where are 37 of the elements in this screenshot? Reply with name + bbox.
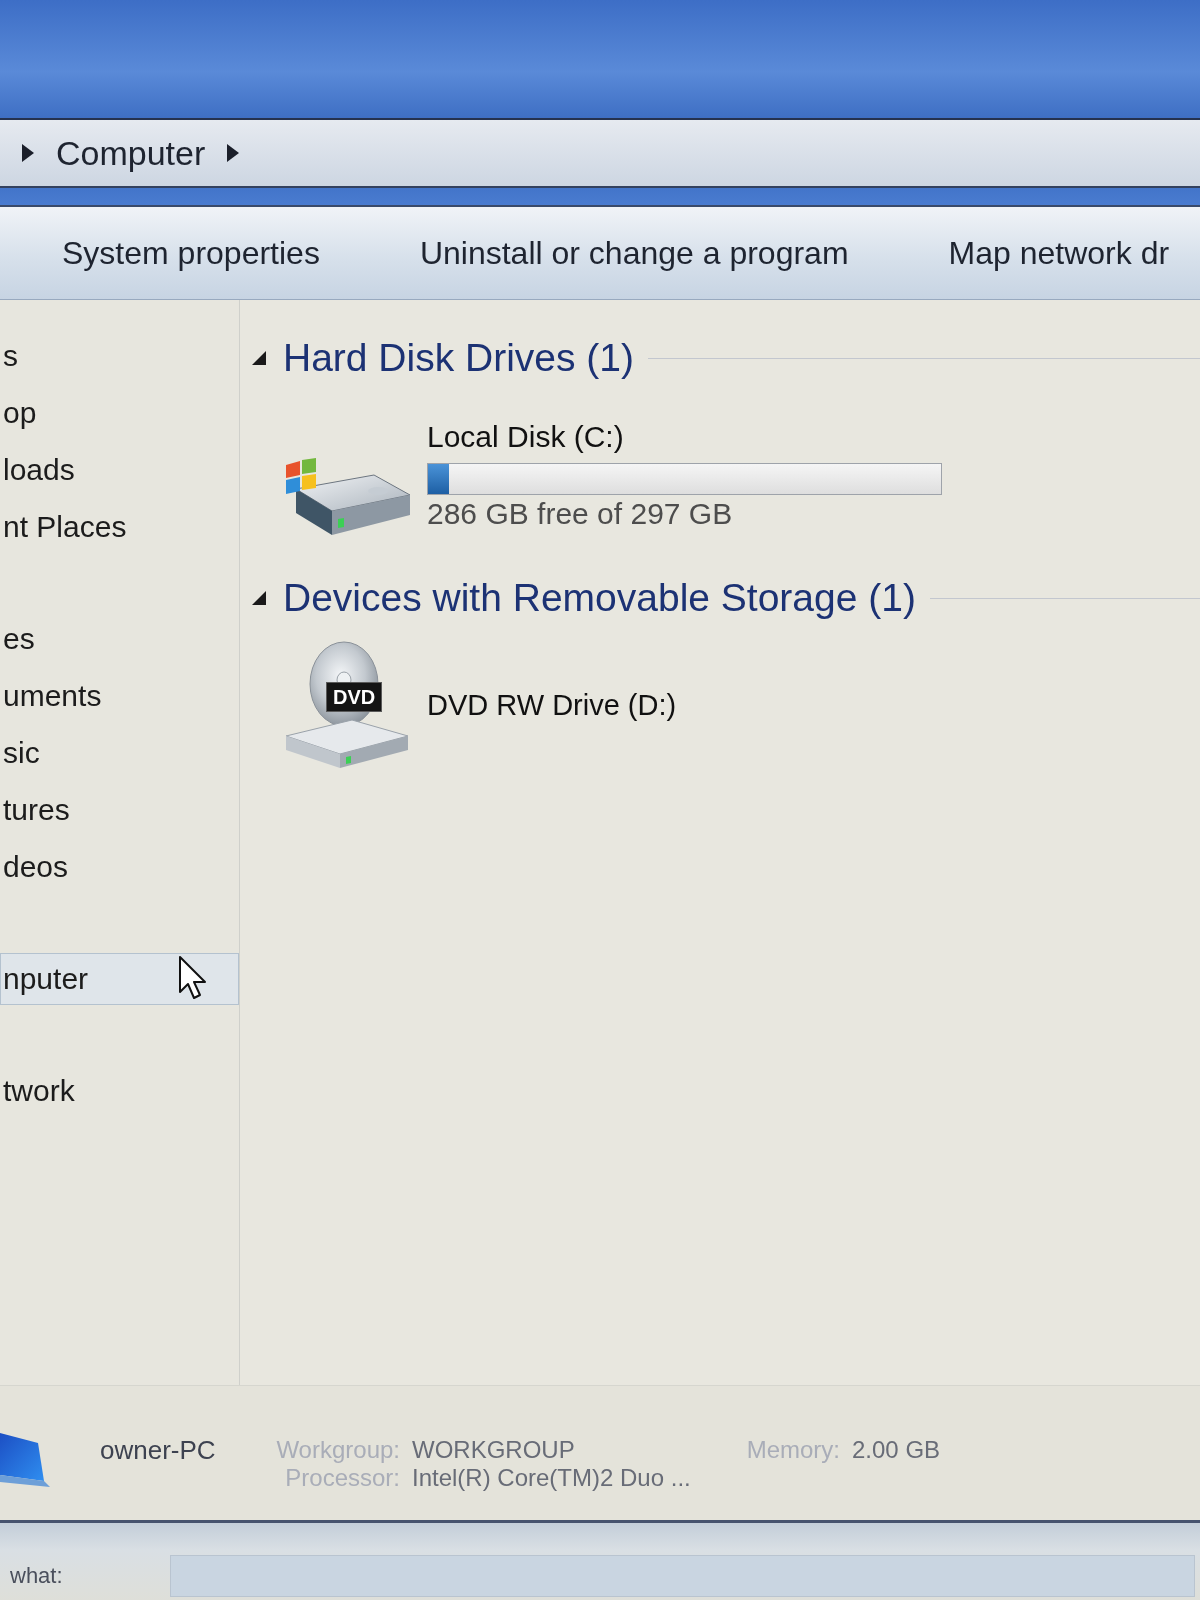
- toolbar-button[interactable]: System properties: [50, 228, 332, 278]
- nav-item[interactable]: loads: [0, 444, 239, 496]
- detail-value: WORKGROUP: [412, 1436, 575, 1464]
- nav-item[interactable]: op: [0, 387, 239, 439]
- computer-name: owner-PC: [100, 1436, 217, 1464]
- triangle-icon[interactable]: [252, 351, 266, 365]
- drive-name[interactable]: DVD RW Drive (D:): [427, 685, 677, 725]
- detail-label: Workgroup:: [275, 1436, 400, 1464]
- monitor-icon: [0, 1432, 52, 1488]
- field-label: what:: [10, 1562, 64, 1590]
- nav-item[interactable]: deos: [0, 841, 239, 893]
- triangle-icon[interactable]: [252, 591, 266, 605]
- toolbar-button[interactable]: Map network dr: [936, 228, 1182, 278]
- nav-item[interactable]: nt Places: [0, 501, 239, 553]
- drive-name[interactable]: Local Disk (C:): [427, 417, 624, 457]
- nav-item[interactable]: s: [0, 330, 239, 382]
- group-heading: Hard Disk Drives (1): [283, 336, 635, 380]
- nav-item[interactable]: nputer: [0, 953, 239, 1005]
- breadcrumb[interactable]: Computer: [52, 131, 210, 175]
- group-heading: Devices with Removable Storage (1): [283, 576, 916, 620]
- input-field[interactable]: [170, 1555, 1195, 1597]
- nav-item[interactable]: tures: [0, 784, 239, 836]
- detail-value: 2.00 GB: [852, 1436, 941, 1464]
- address-bar[interactable]: Computer: [0, 118, 1200, 188]
- nav-item[interactable]: es: [0, 613, 239, 665]
- mouse-pointer-icon: [178, 955, 208, 1001]
- disc-label: DVD: [326, 682, 383, 712]
- caret-icon[interactable]: [22, 144, 34, 162]
- detail-label: Processor:: [284, 1464, 400, 1492]
- nav-item[interactable]: uments: [0, 670, 239, 722]
- detail-value: Intel(R) Core(TM)2 Duo ...: [412, 1464, 691, 1492]
- drive-space-text: 286 GB free of 297 GB: [427, 497, 733, 531]
- nav-item[interactable]: sic: [0, 727, 239, 779]
- toolbar-button[interactable]: Uninstall or change a program: [407, 228, 861, 278]
- detail-label: Memory:: [745, 1436, 840, 1464]
- caret-icon[interactable]: [227, 144, 240, 162]
- nav-item[interactable]: twork: [0, 1065, 239, 1117]
